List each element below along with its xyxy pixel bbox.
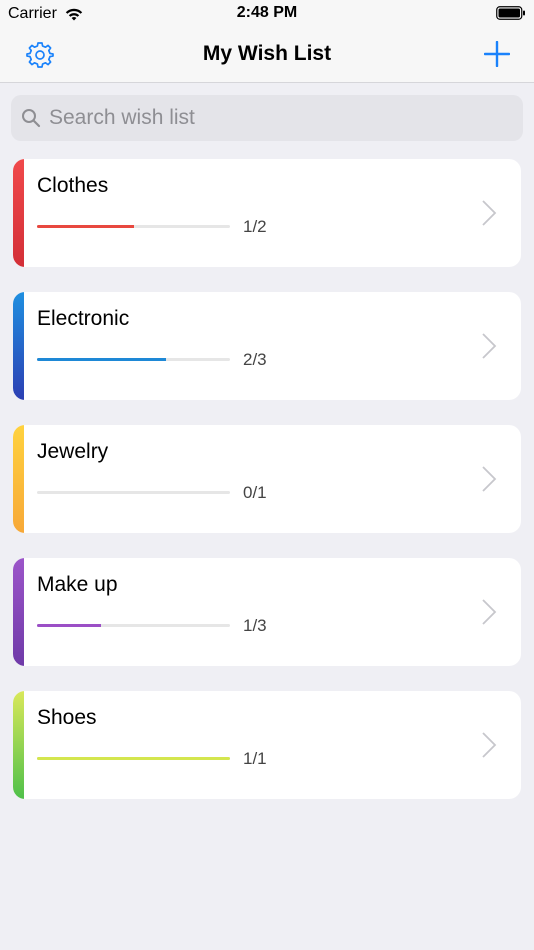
list-item[interactable]: Jewelry 0/1 — [13, 425, 521, 533]
progress-fill — [37, 624, 102, 627]
category-color-strip — [13, 292, 24, 400]
progress-count: 2/3 — [243, 350, 267, 369]
chevron-right-icon — [482, 599, 497, 625]
progress-count: 1/2 — [243, 217, 267, 236]
progress-fill — [37, 358, 166, 361]
list-item[interactable]: Make up 1/3 — [13, 558, 521, 666]
category-color-strip — [13, 691, 24, 799]
category-color-strip — [13, 159, 24, 267]
list-item-title: Make up — [37, 573, 118, 596]
progress-fill — [37, 225, 134, 228]
chevron-right-icon — [482, 732, 497, 758]
category-color-strip — [13, 425, 24, 533]
list-item-title: Shoes — [37, 706, 97, 729]
list-item[interactable]: Shoes 1/1 — [13, 691, 521, 799]
list-item-title: Electronic — [37, 307, 130, 330]
navigation-bar: My Wish List — [0, 28, 534, 83]
list-item-title: Clothes — [37, 174, 109, 197]
category-color-strip — [13, 558, 24, 666]
progress-fill — [37, 757, 230, 760]
page-title: My Wish List — [202, 42, 332, 65]
plus-icon[interactable] — [484, 41, 510, 67]
progress-bar — [37, 225, 230, 228]
progress-bar — [37, 491, 230, 494]
clock: 2:48 PM — [236, 4, 298, 21]
progress-count: 0/1 — [243, 483, 267, 502]
progress-bar — [37, 624, 230, 627]
progress-count: 1/1 — [243, 749, 267, 768]
chevron-right-icon — [482, 200, 497, 226]
search-placeholder: Search wish list — [49, 106, 195, 129]
progress-count: 1/3 — [243, 616, 267, 635]
chevron-right-icon — [482, 466, 497, 492]
list-item-title: Jewelry — [37, 440, 109, 463]
list-item[interactable]: Clothes 1/2 — [13, 159, 521, 267]
search-icon — [22, 109, 41, 128]
chevron-right-icon — [482, 333, 497, 359]
progress-bar — [37, 358, 230, 361]
battery-icon — [496, 6, 525, 20]
search-input[interactable]: Search wish list — [11, 95, 523, 141]
list-item[interactable]: Electronic 2/3 — [13, 292, 521, 400]
progress-bar — [37, 757, 230, 760]
status-bar: Carrier 2:48 PM — [0, 0, 534, 28]
